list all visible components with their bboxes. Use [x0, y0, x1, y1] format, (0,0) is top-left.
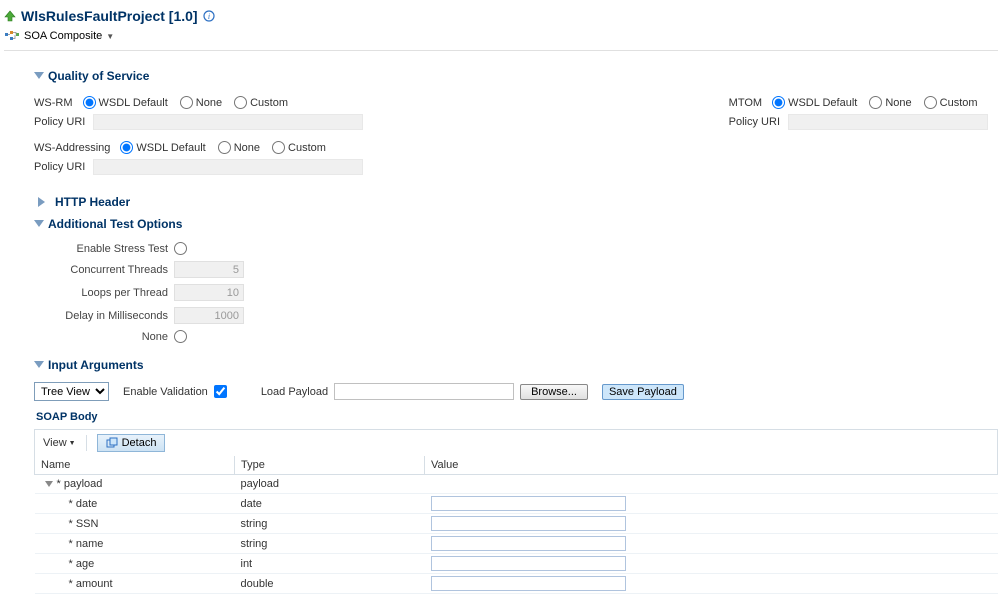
table-row[interactable]: * age int	[35, 554, 998, 574]
wsaddr-custom[interactable]: Custom	[272, 141, 326, 154]
disclosure-collapsed-icon	[38, 197, 50, 207]
wsrm-custom[interactable]: Custom	[234, 96, 288, 109]
row-name: * date	[69, 498, 98, 510]
wsaddr-radio-group: WSDL Default None Custom	[120, 141, 326, 154]
wsrm-label: WS-RM	[34, 97, 73, 109]
row-value-input[interactable]	[431, 516, 626, 531]
row-name: * age	[69, 558, 95, 570]
mtom-none[interactable]: None	[869, 96, 911, 109]
header: WlsRulesFaultProject [1.0] i	[4, 6, 998, 26]
soap-body-label: SOAP Body	[34, 407, 998, 429]
wsrm-none[interactable]: None	[180, 96, 222, 109]
wsrm-default[interactable]: WSDL Default	[83, 96, 168, 109]
wsrm-radio-group: WSDL Default None Custom	[83, 96, 289, 109]
enable-stress-radio[interactable]	[174, 242, 187, 255]
page-title: WlsRulesFaultProject [1.0]	[21, 8, 198, 24]
soap-tree-table: Name Type Value * payload payload * date da…	[34, 456, 998, 594]
addopts-section-header[interactable]: Additional Test Options	[34, 213, 998, 235]
qos-section-header[interactable]: Quality of Service	[34, 65, 998, 87]
chevron-down-icon[interactable]: ▼	[106, 32, 114, 41]
row-value-input[interactable]	[431, 496, 626, 511]
mtom-default[interactable]: WSDL Default	[772, 96, 857, 109]
qos-body: WS-RM WSDL Default None Custom Policy UR…	[34, 87, 998, 193]
row-name: * SSN	[69, 518, 99, 530]
wsrm-policy-uri-input[interactable]	[93, 114, 363, 130]
wsaddr-policy-uri-input[interactable]	[93, 159, 363, 175]
detach-icon	[106, 437, 118, 449]
disclosure-icon	[34, 361, 44, 368]
loops-label: Loops per Thread	[34, 287, 174, 299]
row-name: * name	[69, 538, 104, 550]
disclosure-icon	[34, 72, 44, 79]
mtom-label: MTOM	[729, 97, 762, 109]
inputargs-toolbar: Tree View Enable Validation Load Payload…	[34, 376, 998, 407]
row-value-input[interactable]	[431, 536, 626, 551]
policy-uri-label-2: Policy URI	[34, 161, 85, 173]
stress-body: Enable Stress Test Concurrent Threads Lo…	[34, 235, 998, 354]
breadcrumb[interactable]: SOA Composite ▼	[4, 26, 998, 48]
soa-composite-icon	[4, 30, 20, 42]
row-disclosure-icon[interactable]	[45, 481, 53, 487]
table-row[interactable]: * payload payload	[35, 475, 998, 494]
disclosure-icon	[34, 220, 44, 227]
none-label: None	[34, 331, 174, 343]
wsaddr-none[interactable]: None	[218, 141, 260, 154]
policy-uri-label-3: Policy URI	[729, 116, 780, 128]
mtom-radio-group: WSDL Default None Custom	[772, 96, 978, 109]
table-row[interactable]: * amount double	[35, 574, 998, 594]
load-payload-input[interactable]	[334, 383, 514, 400]
enable-stress-label: Enable Stress Test	[34, 243, 174, 255]
load-payload-label: Load Payload	[261, 386, 328, 398]
wsaddr-label: WS-Addressing	[34, 142, 110, 154]
inputargs-section-header[interactable]: Input Arguments	[34, 354, 998, 376]
col-name[interactable]: Name	[35, 456, 235, 475]
save-payload-button[interactable]: Save Payload	[602, 384, 684, 400]
mtom-custom[interactable]: Custom	[924, 96, 978, 109]
inputargs-title: Input Arguments	[48, 358, 144, 372]
info-icon[interactable]: i	[203, 10, 215, 22]
loops-input[interactable]	[174, 284, 244, 301]
concurrent-input[interactable]	[174, 261, 244, 278]
row-type: date	[235, 494, 425, 514]
qos-title: Quality of Service	[48, 69, 149, 83]
enable-validation-label: Enable Validation	[123, 386, 208, 398]
svg-text:i: i	[207, 12, 209, 21]
up-arrow-icon[interactable]	[4, 10, 16, 22]
delay-label: Delay in Milliseconds	[34, 310, 174, 322]
treeview-select[interactable]: Tree View	[34, 382, 109, 401]
row-type: double	[235, 574, 425, 594]
delay-input[interactable]	[174, 307, 244, 324]
http-header-section[interactable]: HTTP Header	[34, 193, 998, 213]
concurrent-label: Concurrent Threads	[34, 264, 174, 276]
view-menu[interactable]: View ▼	[43, 437, 76, 449]
browse-button[interactable]: Browse...	[520, 384, 588, 400]
enable-validation-checkbox[interactable]	[214, 385, 227, 398]
col-value[interactable]: Value	[425, 456, 998, 475]
mtom-policy-uri-input[interactable]	[788, 114, 988, 130]
breadcrumb-link[interactable]: SOA Composite	[24, 30, 102, 42]
policy-uri-label-1: Policy URI	[34, 116, 85, 128]
row-type: int	[235, 554, 425, 574]
row-type: string	[235, 534, 425, 554]
none-radio[interactable]	[174, 330, 187, 343]
table-row[interactable]: * name string	[35, 534, 998, 554]
detach-button[interactable]: Detach	[97, 434, 166, 452]
row-type: payload	[235, 475, 425, 494]
row-value-input[interactable]	[431, 556, 626, 571]
col-type[interactable]: Type	[235, 456, 425, 475]
row-type: string	[235, 514, 425, 534]
row-name: * payload	[57, 478, 103, 490]
table-row[interactable]: * date date	[35, 494, 998, 514]
addopts-title: Additional Test Options	[48, 217, 182, 231]
wsaddr-default[interactable]: WSDL Default	[120, 141, 205, 154]
http-header-title: HTTP Header	[55, 195, 130, 209]
row-name: * amount	[69, 578, 113, 590]
table-row[interactable]: * SSN string	[35, 514, 998, 534]
table-toolbar: View ▼ Detach	[34, 429, 998, 456]
